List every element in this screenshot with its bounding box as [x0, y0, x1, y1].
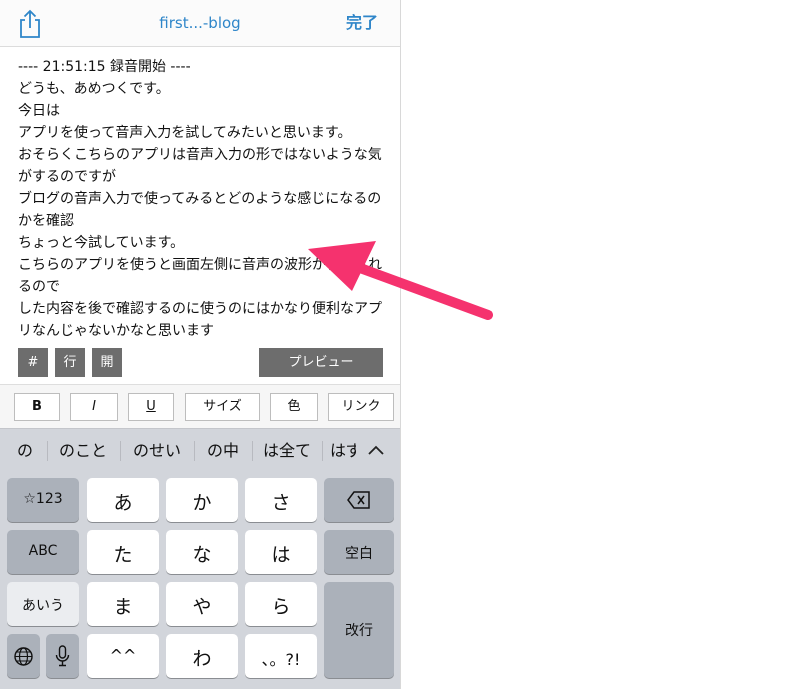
key-ra[interactable]: ら	[245, 582, 317, 626]
editor-toolbar: # 行 開 プレビュー	[0, 348, 400, 378]
globe-icon	[14, 647, 33, 666]
color-button[interactable]: 色	[270, 393, 318, 421]
key-label: 空白	[345, 546, 373, 562]
italic-button[interactable]: I	[70, 393, 118, 421]
suggestion-divider	[322, 441, 323, 461]
share-button[interactable]	[16, 9, 44, 39]
suggestion-item[interactable]: の	[6, 429, 44, 473]
dictation-key[interactable]	[46, 634, 79, 678]
key-label: な	[192, 544, 212, 566]
delete-key[interactable]	[324, 478, 394, 522]
key-label: ^^	[109, 646, 137, 665]
key-label: や	[192, 596, 212, 618]
suggestion-item[interactable]: のせい	[124, 429, 190, 473]
microphone-icon	[55, 645, 70, 667]
key-label: さ	[271, 492, 291, 514]
suggestion-bar: の のこと のせい の中 は全て はず	[0, 428, 400, 473]
bold-button[interactable]: B	[14, 393, 60, 421]
share-icon	[20, 9, 40, 38]
key-emoticon[interactable]: ^^	[87, 634, 159, 678]
delete-icon	[347, 491, 370, 509]
numbers-mode-key[interactable]: ☆123	[7, 478, 79, 522]
kana-mode-key[interactable]: あいう	[7, 582, 79, 626]
preview-button[interactable]: プレビュー	[259, 348, 383, 377]
open-button[interactable]: 開	[92, 348, 122, 377]
annotation-arrow-icon	[308, 241, 493, 320]
key-label: ら	[271, 596, 291, 618]
format-bar: B I U サイズ 色 リンク	[0, 384, 400, 429]
nav-bar: first...-blog 完了	[0, 0, 400, 47]
key-sa[interactable]: さ	[245, 478, 317, 522]
size-button[interactable]: サイズ	[185, 393, 260, 421]
hash-button[interactable]: #	[18, 348, 48, 377]
key-label: ☆123	[23, 491, 63, 507]
link-button[interactable]: リンク	[328, 393, 394, 421]
globe-key[interactable]	[7, 634, 40, 678]
key-label: 改行	[345, 623, 373, 639]
key-ya[interactable]: や	[166, 582, 238, 626]
key-ha[interactable]: は	[245, 530, 317, 574]
abc-mode-key[interactable]: ABC	[7, 530, 79, 574]
key-label: は	[271, 544, 291, 566]
key-label: か	[192, 492, 212, 514]
key-label: あいう	[22, 598, 64, 614]
key-label: わ	[192, 648, 212, 670]
space-key[interactable]: 空白	[324, 530, 394, 574]
line-button[interactable]: 行	[55, 348, 85, 377]
key-ka[interactable]: か	[166, 478, 238, 522]
key-label: 、。?!	[261, 650, 301, 669]
phone-screen: first...-blog 完了 ---- 21:51:15 録音開始 ----…	[0, 0, 401, 689]
key-wa[interactable]: わ	[166, 634, 238, 678]
suggestion-item[interactable]: はず	[330, 429, 356, 473]
suggestion-divider	[120, 441, 121, 461]
underline-button[interactable]: U	[128, 393, 174, 421]
expand-suggestions-button[interactable]	[364, 439, 388, 463]
suggestion-divider	[194, 441, 195, 461]
return-key[interactable]: 改行	[324, 582, 394, 678]
done-button[interactable]: 完了	[346, 0, 378, 46]
key-punctuation[interactable]: 、。?!	[245, 634, 317, 678]
key-a[interactable]: あ	[87, 478, 159, 522]
suggestion-item[interactable]: の中	[198, 429, 248, 473]
japanese-keyboard: ☆123 あ か さ ABC た な は 空白 あいう ま や ら 改行 ^^ …	[0, 472, 400, 689]
suggestion-item[interactable]: は全て	[256, 429, 318, 473]
suggestion-item[interactable]: のこと	[50, 429, 116, 473]
key-label: ABC	[28, 543, 58, 559]
key-label: た	[113, 544, 133, 566]
page-title: first...-blog	[159, 14, 241, 32]
key-na[interactable]: な	[166, 530, 238, 574]
key-ta[interactable]: た	[87, 530, 159, 574]
key-label: ま	[113, 596, 133, 618]
suggestion-divider	[252, 441, 253, 461]
key-ma[interactable]: ま	[87, 582, 159, 626]
key-label: あ	[113, 492, 133, 514]
suggestion-divider	[47, 441, 48, 461]
chevron-up-icon	[368, 445, 384, 455]
